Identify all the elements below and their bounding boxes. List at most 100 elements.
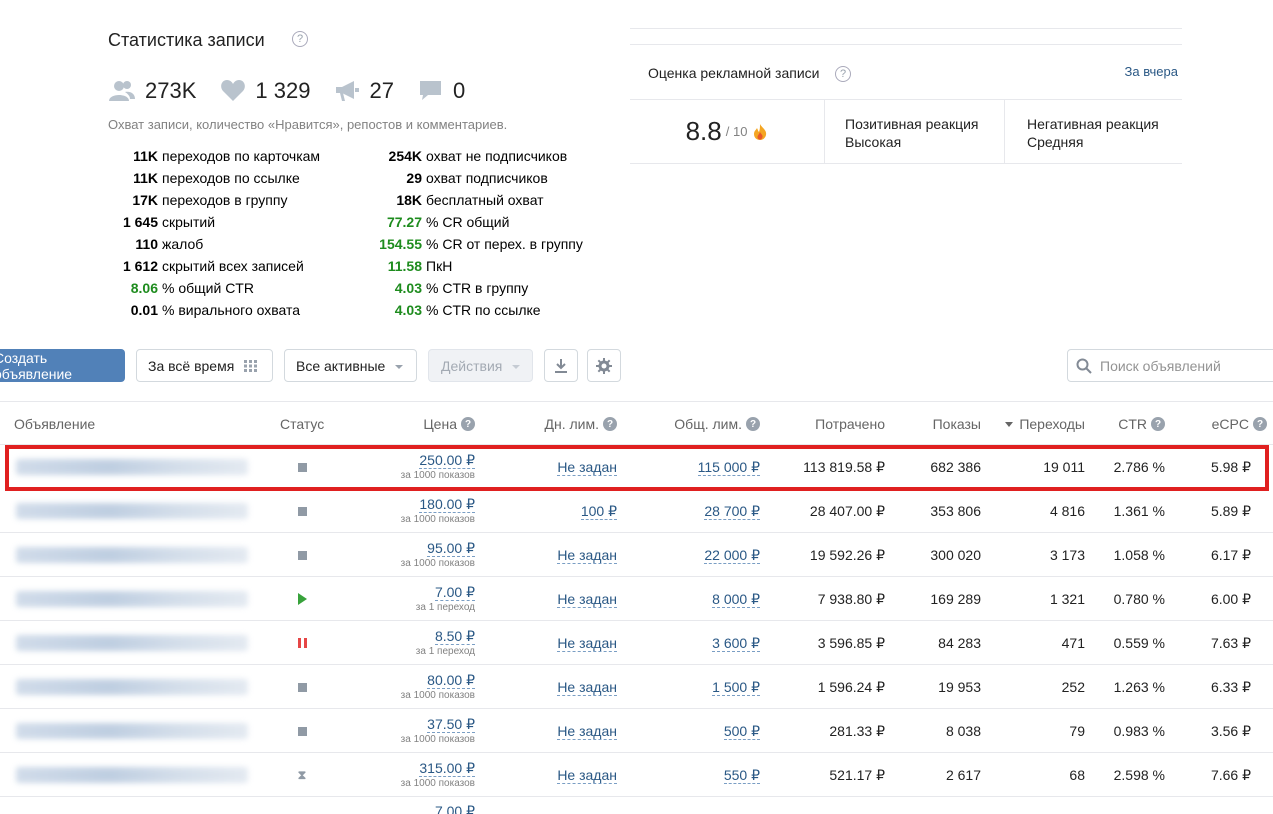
positive-reaction-label: Позитивная реакция (845, 116, 979, 132)
status-indicator[interactable] (296, 637, 308, 649)
header-impressions[interactable]: Показы (933, 416, 981, 432)
reposts-counter: 27 (334, 78, 394, 104)
table-row[interactable]: 250.00 ₽ за 1000 показов Не задан 115 000 ₽… (0, 445, 1273, 489)
price-value[interactable]: 180.00 ₽ (419, 496, 475, 513)
ad-name-blurred[interactable] (16, 723, 248, 739)
price-value[interactable]: 95.00 ₽ (427, 540, 475, 557)
ad-name-blurred[interactable] (16, 591, 248, 607)
total-limit-value[interactable]: 8 000 ₽ (712, 591, 760, 608)
price-unit: за 1 переход (415, 602, 475, 613)
total-limit-value[interactable]: 550 ₽ (723, 767, 760, 784)
help-icon[interactable]: ? (1253, 417, 1267, 431)
daily-limit-value[interactable]: Не задан (557, 767, 617, 784)
clicks-value: 3 173 (1049, 547, 1085, 563)
header-ad[interactable]: Объявление (14, 416, 95, 432)
ad-evaluation-body: 8.8 / 10 Позитивная реакция Высокая Нега… (630, 99, 1182, 164)
price-value[interactable]: 315.00 ₽ (419, 760, 475, 777)
metric-row: 4.03% CTR по ссылке (378, 299, 583, 321)
total-limit-value[interactable]: 115 000 ₽ (697, 459, 760, 476)
status-indicator[interactable] (296, 681, 308, 693)
help-icon[interactable]: ? (461, 417, 475, 431)
spent-value: 7 938.80 ₽ (817, 591, 885, 607)
header-price[interactable]: Цена? (423, 416, 475, 432)
ad-name-blurred[interactable] (16, 547, 248, 563)
ad-name-blurred[interactable] (16, 767, 248, 783)
period-select[interactable]: За всё время (136, 349, 273, 382)
header-ctr[interactable]: CTR? (1118, 416, 1165, 432)
status-indicator[interactable] (296, 549, 308, 561)
price-value[interactable]: 37.50 ₽ (427, 716, 475, 733)
total-limit-cell: 28 700 ₽ (704, 503, 760, 520)
price-value[interactable]: 8.50 ₽ (434, 628, 475, 645)
help-icon[interactable]: ? (835, 66, 851, 82)
actions-dropdown[interactable]: Действия (428, 349, 533, 382)
reach-value: 273K (145, 78, 197, 103)
daily-limit-cell: Не задан (557, 635, 617, 652)
total-limit-value[interactable]: 28 700 ₽ (704, 503, 760, 520)
status-indicator[interactable]: ⧗ (296, 767, 308, 782)
total-limit-value[interactable]: 3 600 ₽ (712, 635, 760, 652)
period-link[interactable]: За вчера (1125, 64, 1178, 79)
ctr-value: 2.786 % (1113, 459, 1165, 475)
metric-label: скрытий (162, 214, 216, 230)
header-clicks[interactable]: Переходы (1005, 416, 1085, 432)
status-indicator[interactable] (296, 461, 308, 473)
daily-limit-value[interactable]: Не задан (557, 591, 617, 608)
status-filter-select[interactable]: Все активные (284, 349, 417, 382)
hourglass-icon: ⧗ (297, 767, 307, 782)
daily-limit-value[interactable]: Не задан (557, 723, 617, 740)
header-ecpc[interactable]: eCPC? (1212, 416, 1267, 432)
search-input[interactable] (1100, 357, 1270, 374)
help-icon[interactable]: ? (292, 31, 308, 47)
ad-name-blurred[interactable] (16, 679, 248, 695)
table-row[interactable]: 95.00 ₽ за 1000 показов Не задан 22 000 ₽ 19… (0, 533, 1273, 577)
status-indicator[interactable] (296, 505, 308, 517)
total-limit-value[interactable]: 500 ₽ (723, 723, 760, 740)
settings-button[interactable] (587, 349, 621, 382)
clicks-value: 252 (1061, 679, 1085, 695)
ad-name-blurred[interactable] (16, 459, 248, 475)
create-ad-button[interactable]: Создать объявление (0, 349, 125, 382)
metric-value: 29 (406, 170, 422, 186)
table-row[interactable]: 8.50 ₽ за 1 переход Не задан 3 600 ₽ 3 596.8… (0, 621, 1273, 665)
table-row[interactable]: 80.00 ₽ за 1000 показов Не задан 1 500 ₽ 1 5… (0, 665, 1273, 709)
table-row[interactable]: 7.00 ₽ за 1 переход Не задан 8 000 ₽ 7 938.8… (0, 577, 1273, 621)
price-unit: за 1000 показов (400, 690, 475, 701)
status-indicator[interactable] (296, 593, 308, 605)
table-row[interactable]: 180.00 ₽ за 1000 показов 100 ₽ 28 700 ₽ 28 4… (0, 489, 1273, 533)
ctr-value: 0.559 % (1113, 635, 1165, 651)
total-limit-value[interactable]: 22 000 ₽ (704, 547, 760, 564)
header-total-limit[interactable]: Общ. лим.? (674, 416, 760, 432)
help-icon[interactable]: ? (603, 417, 617, 431)
table-row[interactable]: ⧗ 315.00 ₽ за 1000 показов Не задан 550 ₽ 521… (0, 753, 1273, 797)
header-spent[interactable]: Потрачено (815, 416, 885, 432)
ad-name-blurred[interactable] (16, 503, 248, 519)
header-daily-limit[interactable]: Дн. лим.? (545, 416, 617, 432)
stop-icon (297, 506, 307, 516)
stop-icon (297, 726, 307, 736)
price-value[interactable]: 250.00 ₽ (419, 452, 475, 469)
ad-search[interactable] (1067, 349, 1273, 382)
export-button[interactable] (544, 349, 578, 382)
daily-limit-value[interactable]: Не задан (557, 635, 617, 652)
score-block: 8.8 / 10 (630, 100, 824, 163)
price-value[interactable]: 7.00 ₽ (435, 803, 475, 814)
total-limit-value[interactable]: 1 500 ₽ (712, 679, 760, 696)
help-icon[interactable]: ? (746, 417, 760, 431)
daily-limit-value[interactable]: Не задан (557, 547, 617, 564)
ctr-value: 1.361 % (1113, 503, 1165, 519)
ad-name-blurred[interactable] (16, 635, 248, 651)
likes-value: 1 329 (255, 78, 311, 103)
daily-limit-value[interactable]: 100 ₽ (580, 503, 617, 520)
price-value[interactable]: 7.00 ₽ (434, 584, 475, 601)
daily-limit-value[interactable]: Не задан (557, 679, 617, 696)
metric-label: % CTR по ссылке (426, 302, 541, 318)
status-indicator[interactable] (296, 725, 308, 737)
metric-label: бесплатный охват (426, 192, 544, 208)
help-icon[interactable]: ? (1151, 417, 1165, 431)
header-status[interactable]: Статус (280, 416, 324, 432)
price-value[interactable]: 80.00 ₽ (427, 672, 475, 689)
daily-limit-value[interactable]: Не задан (557, 459, 617, 476)
table-row[interactable]: 37.50 ₽ за 1000 показов Не задан 500 ₽ 281.3… (0, 709, 1273, 753)
ecpc-value: 6.00 ₽ (1210, 591, 1251, 607)
